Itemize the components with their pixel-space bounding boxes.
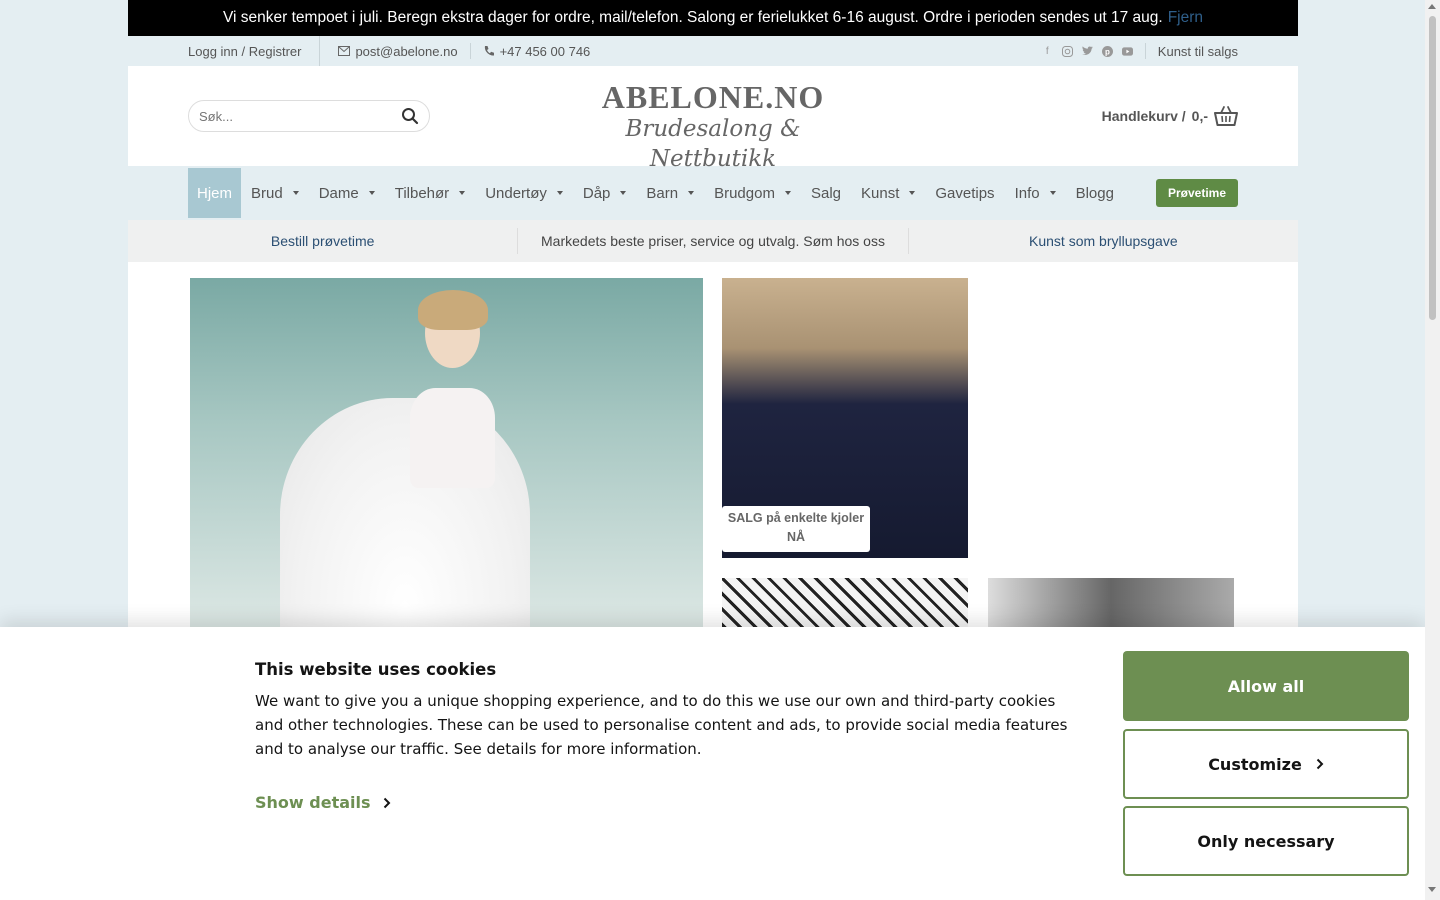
cart-amount: 0,- bbox=[1191, 108, 1208, 124]
usp-art-gift-link[interactable]: Kunst som bryllupsgave bbox=[909, 233, 1298, 249]
nav-item-undertoy[interactable]: Undertøy bbox=[475, 168, 573, 218]
announcement-text: Vi senker tempoet i juli. Beregn ekstra … bbox=[222, 9, 1163, 26]
customize-button[interactable]: Customize bbox=[1123, 729, 1409, 799]
nav-label: Info bbox=[1014, 184, 1040, 202]
nav-label: Tilbehør bbox=[394, 184, 450, 202]
art-for-sale-link[interactable]: Kunst til salgs bbox=[1158, 44, 1238, 59]
caret-down-icon bbox=[688, 191, 695, 195]
login-link[interactable]: Logg inn / Registrer bbox=[188, 44, 301, 59]
nav-item-hjem[interactable]: Hjem bbox=[188, 168, 242, 218]
only-necessary-button[interactable]: Only necessary bbox=[1123, 806, 1409, 876]
email-link[interactable]: post@abelone.no bbox=[338, 43, 458, 59]
nav-label: Salg bbox=[810, 184, 841, 202]
top-bar: Logg inn / Registrer post@abelone.no +47… bbox=[128, 36, 1298, 66]
chevron-right-icon bbox=[383, 797, 390, 808]
search-icon[interactable] bbox=[401, 107, 419, 125]
book-trial-button[interactable]: Prøvetime bbox=[1156, 179, 1238, 207]
allow-all-button[interactable]: Allow all bbox=[1123, 651, 1409, 721]
only-necessary-label: Only necessary bbox=[1197, 831, 1335, 851]
nav-label: Barn bbox=[646, 184, 679, 202]
divider bbox=[319, 36, 321, 66]
caret-down-icon bbox=[620, 191, 627, 195]
scrollbar-thumb[interactable] bbox=[1429, 16, 1436, 320]
logo-title: ABELONE.NO bbox=[601, 79, 825, 115]
usp-text: Markedets beste priser, service og utval… bbox=[541, 233, 885, 249]
allow-all-label: Allow all bbox=[1227, 676, 1305, 696]
caret-down-icon bbox=[368, 191, 375, 195]
site-logo[interactable]: ABELONE.NO Brudesalong & Nettbutikk bbox=[577, 79, 849, 172]
nav-label: Gavetips bbox=[935, 184, 995, 202]
cookie-banner: This website uses cookies We want to giv… bbox=[0, 627, 1425, 900]
scroll-down-icon[interactable] bbox=[1428, 887, 1436, 892]
search-input[interactable] bbox=[199, 108, 401, 124]
site-header: ABELONE.NO Brudesalong & Nettbutikk Hand… bbox=[128, 66, 1298, 172]
usp-book-trial-link[interactable]: Bestill prøvetime bbox=[128, 233, 517, 249]
phone-icon bbox=[484, 46, 494, 56]
instagram-icon[interactable] bbox=[1061, 45, 1073, 57]
nav-label: Brudgom bbox=[714, 184, 775, 202]
svg-text:p: p bbox=[1105, 47, 1110, 56]
nav-label: Brud bbox=[251, 184, 283, 202]
nav-item-blogg[interactable]: Blogg bbox=[1066, 168, 1124, 218]
nav-item-kunst[interactable]: Kunst bbox=[851, 168, 925, 218]
pinterest-icon[interactable]: p bbox=[1101, 45, 1113, 57]
nav-item-dap[interactable]: Dåp bbox=[573, 168, 637, 218]
logo-subtitle: Brudesalong & Nettbutikk bbox=[625, 116, 801, 172]
facebook-icon[interactable]: f bbox=[1042, 46, 1053, 57]
nav-label: Blogg bbox=[1075, 184, 1114, 202]
caret-down-icon bbox=[784, 191, 791, 195]
nav-item-barn[interactable]: Barn bbox=[636, 168, 704, 218]
cookie-title: This website uses cookies bbox=[255, 660, 497, 679]
bride-banner-image[interactable] bbox=[190, 278, 703, 638]
basket-icon bbox=[1214, 106, 1238, 126]
email-text: post@abelone.no bbox=[355, 43, 458, 59]
sale-label[interactable]: SALG på enkelte kjoler NÅ bbox=[722, 506, 870, 552]
caret-down-icon bbox=[1049, 191, 1056, 195]
youtube-icon[interactable] bbox=[1121, 46, 1133, 57]
nav-label: Dåp bbox=[582, 184, 611, 202]
cart-label: Handlekurv / bbox=[1101, 108, 1186, 124]
divider bbox=[1144, 43, 1146, 59]
scroll-up-icon[interactable] bbox=[1428, 4, 1436, 9]
phone-text: +47 456 00 746 bbox=[499, 43, 591, 59]
caret-down-icon bbox=[459, 191, 466, 195]
nav-label: Hjem bbox=[197, 184, 233, 202]
caret-down-icon bbox=[292, 191, 299, 195]
cookie-description: We want to give you a unique shopping ex… bbox=[255, 692, 1068, 758]
show-details-label: Show details bbox=[255, 793, 371, 812]
main-navigation: Hjem Brud Dame Tilbehør Undertøy Dåp Bar… bbox=[128, 166, 1298, 220]
nav-item-brudgom[interactable]: Brudgom bbox=[704, 168, 801, 218]
caret-down-icon bbox=[909, 191, 916, 195]
nav-item-salg[interactable]: Salg bbox=[801, 168, 851, 218]
dismiss-notice-link[interactable]: Fjern bbox=[1168, 9, 1203, 27]
social-links: f p bbox=[1042, 45, 1133, 57]
nav-label: Kunst bbox=[861, 184, 900, 202]
usp-bar: Bestill prøvetime Markedets beste priser… bbox=[128, 220, 1298, 262]
caret-down-icon bbox=[556, 191, 563, 195]
phone-link[interactable]: +47 456 00 746 bbox=[483, 43, 591, 59]
nav-item-brud[interactable]: Brud bbox=[241, 168, 309, 218]
search-box bbox=[188, 100, 430, 132]
chevron-right-icon bbox=[1316, 758, 1324, 770]
customize-label: Customize bbox=[1208, 754, 1302, 774]
announcement-bar: Vi senker tempoet i juli. Beregn ekstra … bbox=[128, 0, 1298, 36]
cart-link[interactable]: Handlekurv / 0,- bbox=[1102, 105, 1238, 127]
twitter-icon[interactable] bbox=[1081, 46, 1093, 57]
mail-icon bbox=[338, 46, 351, 56]
divider bbox=[469, 43, 471, 59]
scrollbar[interactable] bbox=[1425, 0, 1440, 900]
nav-label: Undertøy bbox=[485, 184, 547, 202]
nav-item-dame[interactable]: Dame bbox=[309, 168, 385, 218]
nav-label: Dame bbox=[318, 184, 359, 202]
nav-item-gavetips[interactable]: Gavetips bbox=[925, 168, 1004, 218]
nav-item-info[interactable]: Info bbox=[1005, 168, 1066, 218]
show-details-link[interactable]: Show details bbox=[255, 793, 391, 812]
nav-item-tilbehor[interactable]: Tilbehør bbox=[385, 168, 475, 218]
